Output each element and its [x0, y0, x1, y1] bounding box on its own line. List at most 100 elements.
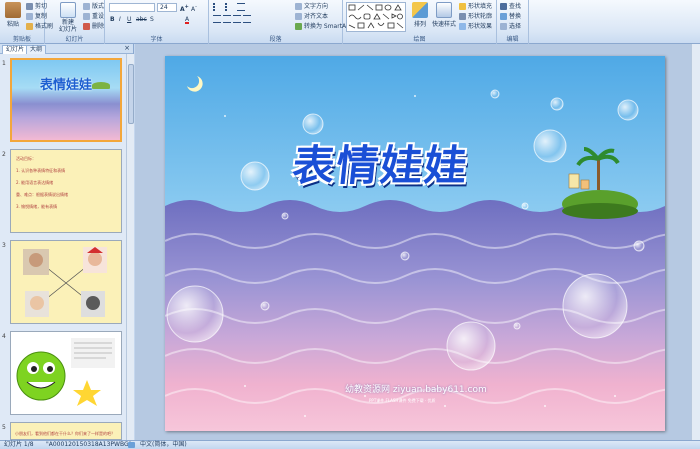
arrange-button[interactable]: 排列 — [409, 2, 431, 32]
quick-styles-icon — [436, 2, 452, 18]
spellcheck-icon[interactable] — [128, 442, 135, 448]
arrange-icon — [412, 2, 428, 18]
quick-styles-button[interactable]: 快速样式 — [431, 2, 457, 32]
slide-number: 5 — [2, 424, 6, 431]
align-right-icon[interactable] — [233, 15, 241, 23]
pane-scrollbar[interactable] — [126, 54, 134, 440]
shape-fill-button[interactable]: 形状填充 — [459, 2, 492, 11]
slide-position: 幻灯片 1/8 — [4, 441, 34, 448]
slide-editing-area: 表情娃娃 幼教资源网 ziyuan.baby611.com PPT课件 FLAS… — [135, 44, 700, 440]
slide-pane: 幻灯片 大纲 × 1 表情娃娃 2 活动目标： 1. 认识各种表情特征和表情 2… — [0, 44, 134, 440]
slide-thumbnail-1[interactable]: 表情娃娃 — [10, 58, 122, 142]
delete-slide-button[interactable]: 删除 — [83, 22, 104, 31]
delete-icon — [83, 23, 90, 30]
strike-button[interactable]: abc — [136, 15, 147, 24]
thumb-line: 活动目标： — [16, 156, 36, 161]
island-icon — [92, 82, 110, 89]
slide-title[interactable]: 表情娃娃 — [290, 132, 472, 193]
select-icon — [500, 23, 507, 30]
effects-icon — [459, 23, 466, 30]
brush-icon — [26, 23, 33, 30]
replace-button[interactable]: 替换 — [500, 12, 521, 21]
tab-outline[interactable]: 大纲 — [26, 45, 47, 54]
drawing-label: 绘图 — [413, 36, 426, 43]
thumb-line: 小朋友们，看到他们都在干什么？你们来了一样是的吧？ — [15, 431, 115, 436]
layout-button[interactable]: 版式 — [83, 2, 104, 11]
font-name-combo[interactable] — [109, 3, 155, 12]
underline-button[interactable]: U — [127, 15, 131, 24]
slide-number: 1 — [2, 60, 6, 67]
numbering-icon[interactable] — [225, 3, 233, 11]
thumb-line: 2. 能用语言表达情绪 — [16, 180, 54, 185]
watermark-text: 幼教资源网 ziyuan.baby611.com — [345, 385, 487, 395]
select-button[interactable]: 选择 — [500, 22, 521, 31]
binoculars-icon — [500, 3, 507, 10]
indent-icon[interactable] — [237, 3, 245, 11]
font-size-combo[interactable]: 24 — [157, 3, 177, 12]
shape-effects-button[interactable]: 形状效果 — [459, 22, 492, 31]
theme-name: "A000120150318A13PWBG" — [46, 441, 132, 448]
canvas-scrollbar[interactable] — [691, 44, 700, 440]
align-text-icon — [295, 13, 302, 20]
slides-label: 幻灯片 — [65, 36, 84, 43]
bold-button[interactable]: B — [110, 15, 115, 24]
slide-number: 4 — [2, 333, 6, 340]
drawing-group: 排列 快速样式 形状填充 形状轮廓 形状效果 绘图 — [343, 0, 497, 44]
slide-thumbnail-4[interactable] — [10, 331, 122, 415]
scroll-thumb[interactable] — [128, 64, 134, 124]
paint-bucket-icon — [459, 3, 466, 10]
font-group: 24 A+ A- B I U abc S A 字体 — [105, 0, 209, 44]
thumb-title: 表情娃娃 — [40, 78, 93, 93]
clipboard-label: 剪贴板 — [12, 36, 31, 43]
shrink-font-icon[interactable]: A- — [191, 3, 197, 13]
ribbon: 粘贴 剪切 复制 格式刷 剪贴板 新建 幻灯片 版式 重设 删除 幻灯片 24 … — [0, 0, 700, 44]
thumb-line: 3. 愉悦情绪，能有表情 — [16, 204, 58, 209]
layout-icon — [83, 3, 90, 10]
text-direction-button[interactable]: 文字方向 — [295, 2, 328, 11]
text-direction-icon — [295, 3, 302, 10]
align-center-icon[interactable] — [223, 15, 231, 23]
new-slide-icon — [60, 2, 76, 18]
copy-button[interactable]: 复制 — [26, 12, 47, 21]
replace-icon — [500, 13, 507, 20]
font-color-icon[interactable]: A — [185, 15, 190, 24]
slide-background — [165, 56, 665, 431]
justify-icon[interactable] — [243, 15, 251, 23]
shape-outline-button[interactable]: 形状轮廓 — [459, 12, 492, 21]
find-button[interactable]: 查找 — [500, 2, 521, 11]
paragraph-group: 文字方向 对齐文本 转换为 SmartArt 段落 — [209, 0, 351, 44]
faces-diagram — [23, 247, 107, 317]
close-icon[interactable]: × — [124, 44, 130, 52]
current-slide[interactable]: 表情娃娃 幼教资源网 ziyuan.baby611.com PPT课件 FLAS… — [165, 56, 665, 431]
new-slide-button[interactable]: 新建 幻灯片 — [55, 2, 81, 33]
font-label: 字体 — [150, 36, 163, 43]
status-bar: 幻灯片 1/8 "A000120150318A13PWBG" 中文(简体，中国) — [0, 440, 700, 449]
thumb-line: 重、难点：根据表情说出情绪 — [16, 192, 68, 197]
reset-button[interactable]: 重设 — [83, 12, 104, 21]
paste-icon — [5, 2, 21, 18]
align-text-button[interactable]: 对齐文本 — [295, 12, 328, 21]
scissors-icon — [26, 3, 33, 10]
editing-label: 编辑 — [506, 36, 519, 43]
tab-slides[interactable]: 幻灯片 — [2, 45, 29, 54]
grow-font-icon[interactable]: A+ — [180, 3, 189, 13]
slide-thumbnail-3[interactable] — [10, 240, 122, 324]
clipboard-group: 粘贴 剪切 复制 格式刷 剪贴板 — [0, 0, 53, 44]
shadow-button[interactable]: S — [150, 15, 154, 24]
italic-button[interactable]: I — [119, 15, 121, 24]
slide-thumbnail-5[interactable]: 小朋友们，看到他们都在干什么？你们来了一样是的吧？ — [10, 422, 122, 440]
shapes-gallery[interactable] — [346, 2, 406, 32]
watermark-subtext: PPT课件 FLASH课件 免费下载 · 优质 — [369, 398, 436, 403]
cut-button[interactable]: 剪切 — [26, 2, 47, 11]
slides-group: 新建 幻灯片 版式 重设 删除 幻灯片 — [45, 0, 105, 44]
smiley-icon — [16, 338, 115, 406]
paste-button[interactable]: 粘贴 — [1, 2, 25, 32]
copy-icon — [26, 13, 33, 20]
language-status[interactable]: 中文(简体，中国) — [140, 441, 187, 449]
slide-thumbnail-2[interactable]: 活动目标： 1. 认识各种表情特征和表情 2. 能用语言表达情绪 重、难点：根据… — [10, 149, 122, 233]
bullets-icon[interactable] — [213, 3, 221, 11]
align-left-icon[interactable] — [213, 15, 221, 23]
smartart-icon — [295, 23, 302, 30]
outline-icon — [459, 13, 466, 20]
reset-icon — [83, 13, 90, 20]
